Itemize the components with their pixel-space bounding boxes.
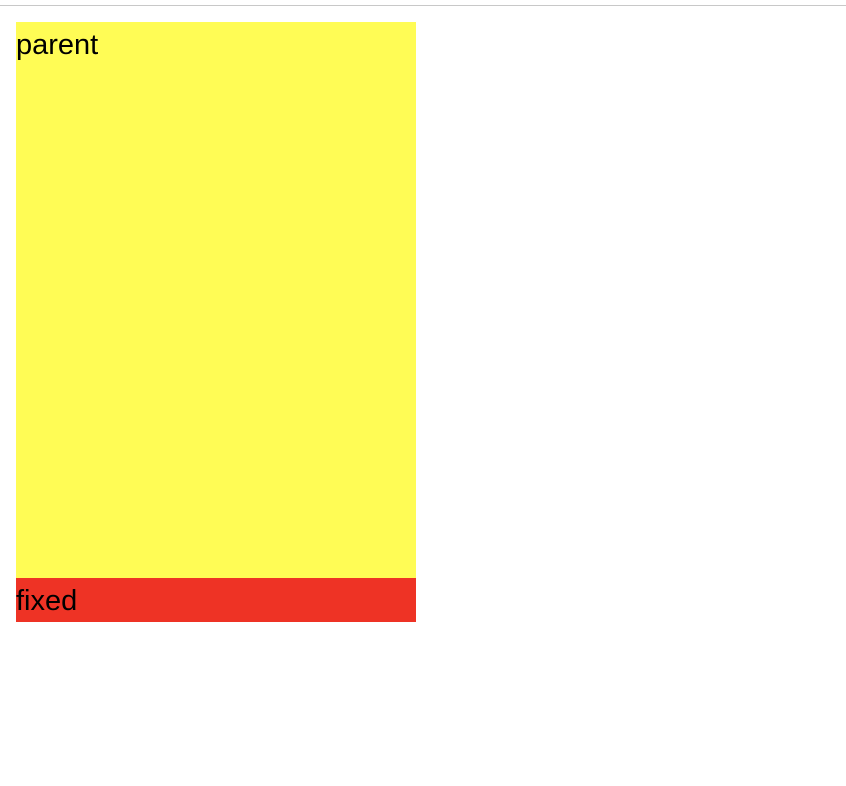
parent-container: parent bbox=[16, 22, 416, 578]
fixed-bar: fixed bbox=[16, 578, 416, 622]
fixed-label: fixed bbox=[16, 585, 78, 617]
top-divider bbox=[0, 5, 846, 6]
parent-label: parent bbox=[16, 29, 99, 61]
